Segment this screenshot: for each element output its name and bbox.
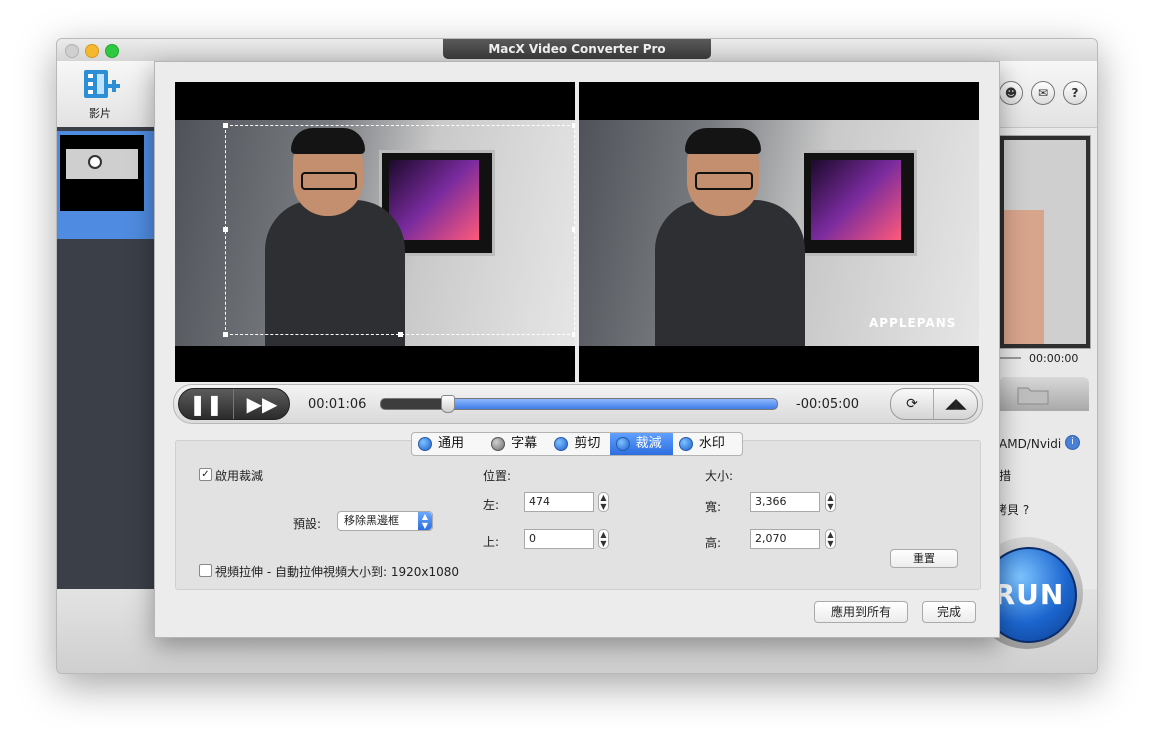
- progress-fill: [448, 399, 777, 409]
- chevron-updown-icon: ▲ ▼: [418, 512, 432, 530]
- remaining-time: -00:05:00: [796, 397, 860, 412]
- title-bar: MacX Video Converter Pro: [57, 39, 1097, 62]
- playback-bar: ❚❚ ▶▶ 00:01:06 -00:05:00 ⟳ ◢◣: [173, 384, 983, 424]
- output-folder-tab[interactable]: [999, 377, 1089, 411]
- reset-button[interactable]: 重置: [890, 549, 958, 568]
- top-field[interactable]: 0: [524, 529, 594, 549]
- output-preview: [999, 135, 1091, 349]
- tab-crop[interactable]: 裁減: [609, 433, 673, 455]
- stretch-checkbox[interactable]: [199, 564, 212, 577]
- close-window-button[interactable]: [65, 44, 79, 58]
- info-icon[interactable]: i: [1065, 435, 1080, 450]
- radio-icon: [554, 437, 569, 451]
- option-label-3: 拷貝 ?: [995, 503, 1030, 517]
- preset-select[interactable]: 移除黑邊框 ▲ ▼: [337, 511, 433, 531]
- settings-tabs: 通用 字幕 剪切 裁減 水印: [411, 432, 743, 456]
- left-field[interactable]: 474: [524, 492, 594, 512]
- height-field[interactable]: 2,070: [750, 529, 820, 549]
- hw-accel-label: AMD/Nvidi: [999, 437, 1062, 451]
- height-stepper[interactable]: ▲ ▼: [825, 529, 836, 549]
- zoom-window-button[interactable]: [105, 44, 119, 58]
- radio-icon: [491, 437, 506, 451]
- done-button[interactable]: 完成: [922, 601, 976, 623]
- flip-icon[interactable]: ◢◣: [935, 389, 977, 419]
- tab-general[interactable]: 通用: [412, 433, 485, 455]
- mail-icon[interactable]: ✉: [1031, 81, 1055, 105]
- user-icon[interactable]: ☻: [999, 81, 1023, 105]
- option-label-2: 措: [999, 469, 1012, 483]
- output-video-preview: APPLEPANS: [579, 82, 979, 382]
- help-icon[interactable]: ?: [1063, 81, 1087, 105]
- left-label: 左:: [483, 498, 500, 512]
- enable-crop-label: 啟用裁減: [215, 469, 264, 483]
- preview-time: 00:00:00: [1029, 352, 1079, 365]
- radio-icon: [615, 437, 630, 451]
- size-label: 大小:: [705, 469, 734, 483]
- window-title: MacX Video Converter Pro: [443, 39, 711, 59]
- folder-icon: [1017, 387, 1049, 405]
- current-time: 00:01:06: [308, 397, 367, 412]
- video-list-item[interactable]: [57, 131, 155, 239]
- progress-knob[interactable]: [441, 395, 455, 413]
- top-label: 上:: [483, 535, 500, 549]
- minimize-window-button[interactable]: [85, 44, 99, 58]
- video-list-sidebar: [57, 127, 155, 589]
- preview-slider[interactable]: [999, 357, 1021, 359]
- tab-trim[interactable]: 剪切: [548, 433, 609, 455]
- width-label: 寬:: [705, 500, 722, 514]
- apply-to-all-button[interactable]: 應用到所有: [814, 601, 908, 623]
- rotate-icon[interactable]: ⟳: [891, 389, 934, 419]
- top-stepper[interactable]: ▲ ▼: [598, 529, 609, 549]
- width-field[interactable]: 3,366: [750, 492, 820, 512]
- pause-button[interactable]: ❚❚: [179, 389, 234, 419]
- video-frame: APPLEPANS: [579, 120, 979, 346]
- progress-slider[interactable]: [380, 398, 778, 410]
- film-add-icon: [84, 70, 120, 98]
- crop-selection[interactable]: [223, 123, 575, 337]
- height-label: 高:: [705, 536, 722, 550]
- tab-watermark[interactable]: 水印: [673, 433, 742, 455]
- add-video-label: 影片: [89, 107, 111, 120]
- stretch-label: 視頻拉伸 - 自動拉伸視頻大小到: 1920x1080: [215, 565, 459, 579]
- tab-subtitle[interactable]: 字幕: [485, 433, 548, 455]
- crop-dialog: APPLEPANS ❚❚ ▶▶ 00:01:06 -00:05:00 ⟳ ◢◣ …: [154, 61, 1000, 638]
- radio-icon: [678, 437, 693, 451]
- width-stepper[interactable]: ▲ ▼: [825, 492, 836, 512]
- transform-controls: ⟳ ◢◣: [890, 388, 978, 420]
- radio-icon: [418, 437, 432, 451]
- add-video-button[interactable]: 影片: [81, 67, 121, 120]
- enable-crop-checkbox[interactable]: ✓: [199, 468, 212, 481]
- position-label: 位置:: [483, 469, 512, 483]
- video-thumbnail: [60, 135, 144, 211]
- fast-forward-button[interactable]: ▶▶: [235, 389, 289, 419]
- preset-label: 預設:: [293, 517, 322, 531]
- source-video-preview: [175, 82, 575, 382]
- watermark-text: APPLEPANS: [869, 316, 957, 330]
- left-stepper[interactable]: ▲ ▼: [598, 492, 609, 512]
- play-controls: ❚❚ ▶▶: [178, 388, 290, 420]
